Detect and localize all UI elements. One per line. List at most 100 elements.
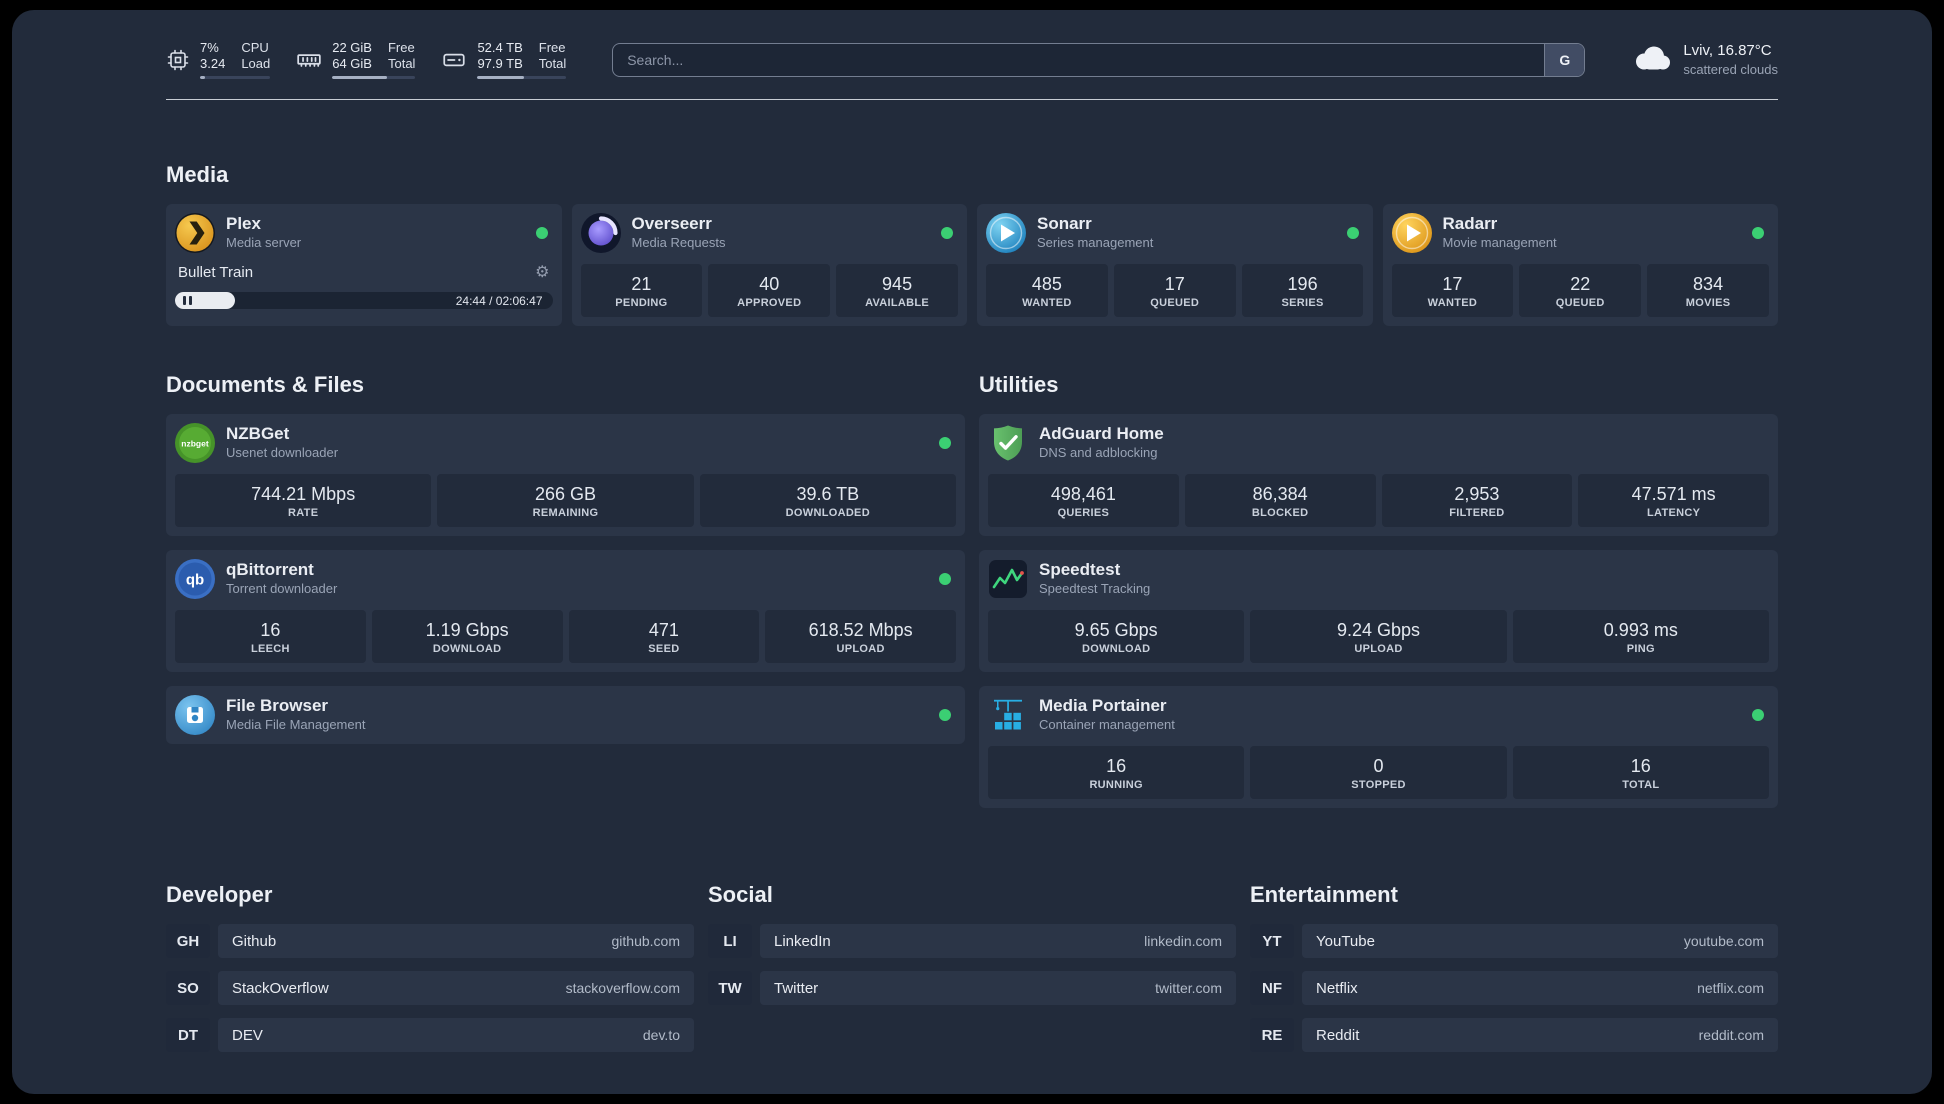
disk-meter bbox=[477, 76, 567, 79]
stat-label: PING bbox=[1626, 643, 1655, 655]
filebrowser-card[interactable]: File Browser Media File Management bbox=[166, 686, 965, 744]
stat-label: QUERIES bbox=[1057, 507, 1110, 519]
card-description: Media server bbox=[226, 235, 302, 250]
bookmark-name: Reddit bbox=[1316, 1026, 1360, 1044]
disk-total-label: Total bbox=[538, 56, 567, 71]
bookmark-link-netflix[interactable]: Netflix netflix.com bbox=[1302, 971, 1778, 1005]
header: 7% 3.24 CPU Load 22 GiB 64 GiB Free Tota… bbox=[166, 40, 1778, 79]
bookmark-link-github[interactable]: Github github.com bbox=[218, 924, 694, 958]
overseerr-card[interactable]: Overseerr Media Requests 21 PENDING 40 A… bbox=[571, 204, 967, 326]
card-name: Overseerr bbox=[631, 214, 712, 233]
bookmark-link-twitter[interactable]: Twitter twitter.com bbox=[760, 971, 1236, 1005]
bookmark-row: TW Twitter twitter.com bbox=[708, 971, 1236, 1005]
stat-label: PENDING bbox=[615, 297, 668, 309]
ram-icon bbox=[296, 47, 322, 73]
disk-free-label: Free bbox=[538, 40, 566, 55]
adguard-card[interactable]: AdGuard Home DNS and adblocking 498,461 … bbox=[979, 414, 1778, 536]
radarr-card[interactable]: Radarr Movie management 17 WANTED 22 QUE… bbox=[1382, 204, 1778, 326]
card-name: Plex bbox=[226, 214, 261, 233]
header-divider bbox=[166, 99, 1778, 100]
stat-label: QUEUED bbox=[1555, 297, 1605, 309]
nzbget-card[interactable]: nzbget NZBGet Usenet downloader 744.21 M… bbox=[166, 414, 965, 536]
ram-total-label: Total bbox=[387, 56, 416, 71]
status-dot bbox=[939, 437, 951, 449]
now-playing-title: Bullet Train bbox=[178, 264, 254, 281]
speedtest-card[interactable]: Speedtest Speedtest Tracking 9.65 Gbps D… bbox=[979, 550, 1778, 672]
developer-section: Developer GH Github github.com SO StackO… bbox=[166, 882, 694, 1052]
bookmark-name: LinkedIn bbox=[774, 932, 831, 950]
bookmark-link-linkedin[interactable]: LinkedIn linkedin.com bbox=[760, 924, 1236, 958]
stat-label: UPLOAD bbox=[1354, 643, 1403, 655]
documents-section: Documents & Files nzbget NZBGet Usenet d… bbox=[166, 372, 965, 744]
card-name: NZBGet bbox=[226, 424, 290, 443]
pause-icon[interactable] bbox=[183, 296, 192, 305]
bookmark-abbr: TW bbox=[708, 971, 752, 1005]
stat-tile: 1.19 Gbps DOWNLOAD bbox=[371, 610, 563, 663]
plex-icon bbox=[175, 213, 215, 253]
card-description: DNS and adblocking bbox=[1039, 445, 1158, 460]
radarr-icon bbox=[1391, 213, 1432, 253]
bookmark-name: Netflix bbox=[1316, 979, 1358, 997]
plex-card[interactable]: Plex Media server Bullet Train ⚙ 24:44 /… bbox=[166, 204, 562, 326]
gear-icon[interactable]: ⚙ bbox=[535, 264, 549, 281]
stat-value: 17 bbox=[1164, 274, 1185, 294]
card-name: File Browser bbox=[226, 696, 329, 715]
weather-location: Lviv, 16.87°C bbox=[1683, 41, 1772, 59]
bookmark-row: RE Reddit reddit.com bbox=[1250, 1018, 1778, 1052]
sonarr-icon bbox=[986, 213, 1026, 253]
bookmark-link-reddit[interactable]: Reddit reddit.com bbox=[1302, 1018, 1778, 1052]
bookmark-name: StackOverflow bbox=[232, 979, 329, 997]
weather-widget[interactable]: Lviv, 16.87°C scattered clouds bbox=[1631, 41, 1778, 79]
portainer-icon bbox=[988, 695, 1028, 735]
system-stats: 7% 3.24 CPU Load 22 GiB 64 GiB Free Tota… bbox=[166, 40, 567, 79]
stat-value: 0 bbox=[1373, 756, 1384, 776]
card-name: Radarr bbox=[1442, 214, 1498, 233]
bookmark-name: Twitter bbox=[774, 979, 819, 997]
social-section: Social LI LinkedIn linkedin.com TW Twitt… bbox=[708, 882, 1236, 1005]
search-input[interactable] bbox=[613, 43, 1545, 76]
disk-icon bbox=[441, 47, 467, 73]
stat-tile: 21 PENDING bbox=[580, 264, 703, 317]
qbittorrent-card[interactable]: qb qBittorrent Torrent downloader 16 LEE… bbox=[166, 550, 965, 672]
stat-label: RATE bbox=[288, 507, 319, 519]
stat-tile: 744.21 Mbps RATE bbox=[175, 474, 432, 527]
card-description: Container management bbox=[1039, 717, 1175, 732]
bookmark-link-stackoverflow[interactable]: StackOverflow stackoverflow.com bbox=[218, 971, 694, 1005]
developer-section-title: Developer bbox=[166, 882, 273, 907]
card-description: Usenet downloader bbox=[226, 445, 339, 460]
stat-value: 2,953 bbox=[1454, 484, 1500, 504]
cpu-icon bbox=[166, 48, 190, 72]
card-description: Movie management bbox=[1442, 235, 1557, 250]
bookmark-url: github.com bbox=[611, 933, 680, 949]
card-name: Media Portainer bbox=[1039, 696, 1167, 715]
stat-value: 1.19 Gbps bbox=[425, 620, 509, 640]
card-description: Media File Management bbox=[226, 717, 366, 732]
card-description: Torrent downloader bbox=[226, 581, 338, 596]
sonarr-card[interactable]: Sonarr Series management 485 WANTED 17 Q… bbox=[977, 204, 1373, 326]
portainer-card[interactable]: Media Portainer Container management 16 … bbox=[979, 686, 1778, 808]
bookmark-url: dev.to bbox=[642, 1027, 680, 1043]
cpu-meter-fill bbox=[200, 76, 205, 79]
stat-value: 945 bbox=[882, 274, 913, 294]
stat-label: LEECH bbox=[250, 643, 290, 655]
stat-label: QUEUED bbox=[1150, 297, 1200, 309]
filebrowser-icon bbox=[175, 695, 215, 735]
svg-text:qb: qb bbox=[186, 572, 204, 589]
bookmark-link-dev[interactable]: DEV dev.to bbox=[218, 1018, 694, 1052]
stat-label: UPLOAD bbox=[836, 643, 885, 655]
card-name: qBittorrent bbox=[226, 560, 314, 579]
ram-free-value: 22 GiB bbox=[332, 40, 372, 55]
bookmark-row: LI LinkedIn linkedin.com bbox=[708, 924, 1236, 958]
playback-progress-bar[interactable]: 24:44 / 02:06:47 bbox=[175, 292, 553, 309]
stat-tile: 17 QUEUED bbox=[1113, 264, 1236, 317]
bookmark-link-youtube[interactable]: YouTube youtube.com bbox=[1302, 924, 1778, 958]
stat-value: 16 bbox=[1106, 756, 1127, 776]
disk-total-value: 97.9 TB bbox=[477, 56, 523, 71]
dashboard-panel: 7% 3.24 CPU Load 22 GiB 64 GiB Free Tota… bbox=[12, 10, 1932, 1094]
bookmark-row: YT YouTube youtube.com bbox=[1250, 924, 1778, 958]
entertainment-section: Entertainment YT YouTube youtube.com NF … bbox=[1250, 882, 1778, 1052]
ram-free-label: Free bbox=[387, 40, 415, 55]
card-description: Media Requests bbox=[631, 235, 726, 250]
stat-tile: 945 AVAILABLE bbox=[836, 264, 958, 317]
search-engine-button[interactable]: G bbox=[1544, 43, 1585, 76]
